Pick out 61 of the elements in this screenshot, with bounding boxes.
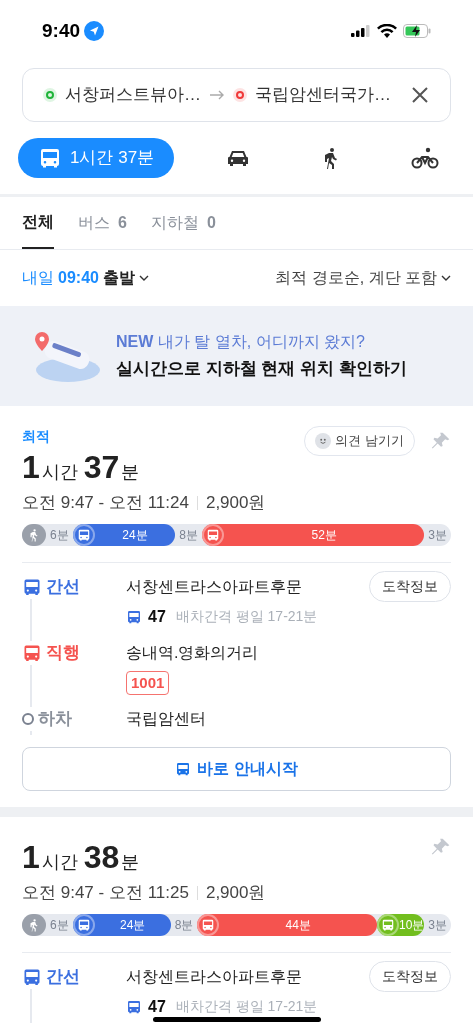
segment-duration: 6분 bbox=[49, 916, 70, 934]
segment-duration: 6분 bbox=[49, 526, 70, 544]
bus-icon bbox=[126, 608, 142, 625]
best-route-label: 최적 bbox=[22, 427, 51, 446]
origin-text: 서창퍼스트뷰아… bbox=[65, 84, 201, 107]
segment-duration: 24분 bbox=[121, 526, 149, 544]
bicycle-icon bbox=[411, 146, 439, 170]
bus-icon bbox=[175, 761, 192, 777]
segment-duration: 10분 bbox=[398, 916, 425, 934]
destination-text: 국립암센터국가… bbox=[255, 84, 392, 107]
bus-icon bbox=[206, 527, 220, 542]
route-duration: 1 시간 37 분 bbox=[22, 451, 141, 486]
chevron-down-icon bbox=[138, 274, 149, 282]
transit-type: 간선 bbox=[46, 965, 80, 988]
departure-time-dropdown[interactable]: 내일 09:40 출발 bbox=[22, 266, 149, 290]
destination-dot-icon bbox=[233, 88, 247, 102]
transit-type: 하차 bbox=[38, 708, 72, 731]
chevron-down-icon bbox=[441, 274, 451, 282]
bus-interval: 배차간격 평일 17-21분 bbox=[175, 607, 318, 626]
bus-icon bbox=[76, 527, 91, 542]
segment-duration: 24분 bbox=[119, 916, 147, 934]
bus-icon bbox=[201, 917, 216, 932]
stop-name: 송내역.영화의거리 bbox=[126, 642, 259, 663]
start-navigation-button[interactable]: 바로 안내시작 bbox=[22, 747, 451, 791]
bus-icon bbox=[38, 146, 62, 170]
bus-number: 47 bbox=[148, 996, 166, 1017]
origin-dot-icon bbox=[43, 88, 57, 102]
segment-duration: 52분 bbox=[310, 526, 338, 544]
stop-name: 국립암센터 bbox=[126, 709, 206, 729]
wifi-icon bbox=[377, 24, 397, 38]
route-times: 오전 9:47 - 오전 11:25 bbox=[22, 882, 189, 904]
segment-duration: 3분 bbox=[427, 526, 448, 544]
route-fare: 2,900원 bbox=[205, 882, 266, 904]
sort-dropdown[interactable]: 최적 경로순, 계단 포함 bbox=[275, 266, 451, 290]
signal-icon bbox=[351, 25, 371, 37]
smiley-icon bbox=[315, 432, 332, 449]
segment-duration: 3분 bbox=[427, 916, 448, 934]
promo-banner[interactable]: NEW 내가 탈 열차, 어디까지 왔지? 실시간으로 지하철 현재 위치 확인하기 bbox=[0, 306, 473, 406]
arrow-icon bbox=[209, 89, 225, 101]
close-icon[interactable] bbox=[410, 85, 430, 105]
stop-name: 서창센트라스아파트후문 bbox=[126, 576, 302, 597]
bus-number-badge: 1001 bbox=[126, 670, 170, 695]
route-duration: 1 시간 38분 bbox=[22, 841, 141, 876]
banner-text: 실시간으로 지하철 현재 위치 확인하기 bbox=[116, 358, 407, 381]
segment-duration: 8분 bbox=[178, 526, 199, 544]
route-times: 오전 9:47 - 오전 11:24 bbox=[22, 492, 189, 514]
bus-interval: 배차간격 평일 17-21분 bbox=[175, 997, 318, 1016]
bus-number: 47 bbox=[148, 606, 166, 627]
bus-icon bbox=[76, 917, 91, 932]
route-search-field[interactable]: 서창퍼스트뷰아… 국립암센터국가… bbox=[22, 68, 451, 122]
stop-name: 서창센트라스아파트후문 bbox=[126, 966, 302, 987]
bus-icon bbox=[380, 917, 395, 932]
route-fare: 2,900원 bbox=[205, 492, 266, 514]
transit-type: 간선 bbox=[46, 575, 80, 598]
segment-duration: 8분 bbox=[173, 916, 195, 934]
banner-headline: NEW 내가 탈 열차, 어디까지 왔지? bbox=[116, 332, 366, 353]
status-time: 9:40 bbox=[42, 18, 81, 43]
battery-charging-icon bbox=[403, 24, 431, 38]
bus-icon bbox=[126, 998, 142, 1015]
transit-type: 직행 bbox=[46, 641, 80, 664]
segment-duration: 44분 bbox=[284, 916, 312, 934]
